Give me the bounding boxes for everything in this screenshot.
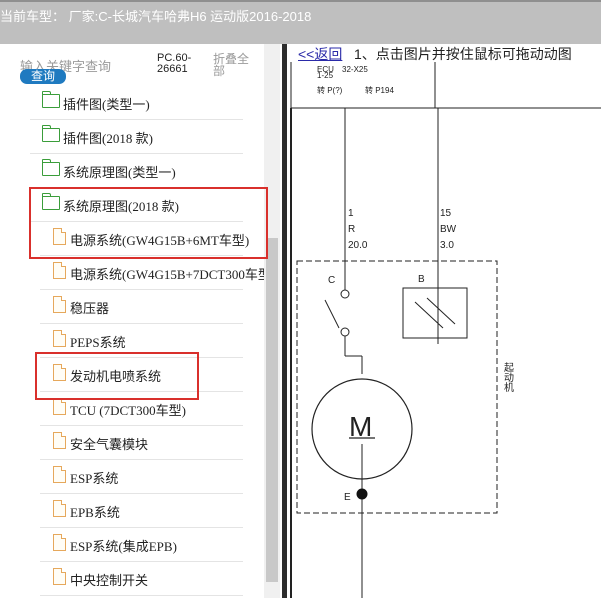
- tree-item-label: 系统原理图(类型一): [63, 165, 176, 180]
- diagram-panel: ECU 32-X25 1-25 转 P(?) 转 P194 1 R 20.0 1…: [287, 44, 601, 598]
- document-icon: [53, 466, 66, 483]
- document-icon: [53, 432, 66, 449]
- tree-item-label: EPB系统: [70, 505, 120, 520]
- right-wire-size: 3.0: [440, 240, 454, 251]
- folder-icon: [41, 159, 60, 176]
- rotate-label-left: 转 P(?): [317, 85, 343, 95]
- tree-item-label: 中央控制开关: [70, 573, 149, 588]
- wiring-diagram[interactable]: ECU 32-X25 1-25 转 P(?) 转 P194 1 R 20.0 1…: [287, 44, 601, 598]
- folder-icon: [41, 125, 60, 142]
- tree-item[interactable]: 电源系统(GW4G15B+7DCT300车型): [40, 256, 275, 290]
- component-label: 起动机: [502, 362, 514, 393]
- document-icon: [53, 398, 66, 415]
- tree-item-label: PEPS系统: [70, 335, 126, 350]
- terminal-e-label: E: [344, 492, 351, 503]
- document-icon: [53, 296, 66, 313]
- tree-item-label: 安全气囊模块: [70, 437, 149, 452]
- tree-item-label: ESP系统: [70, 471, 119, 486]
- search-button[interactable]: 查询: [20, 69, 66, 84]
- tree-item[interactable]: ESP系统(集成EPB): [40, 528, 243, 562]
- title-bar: 当前车型： 厂家:C-长城汽车哈弗H6 运动版2016-2018: [0, 0, 601, 46]
- left-wire-size: 20.0: [348, 240, 368, 251]
- right-wire-color: BW: [440, 224, 457, 235]
- left-wire-pin: 1: [348, 208, 354, 219]
- back-link[interactable]: <<返回: [298, 44, 342, 64]
- document-icon: [53, 500, 66, 517]
- tree-item-label: 插件图(2018 款): [63, 131, 153, 146]
- left-wire-color: R: [348, 224, 355, 235]
- highlight-box-schematic-2018: [29, 187, 268, 259]
- document-icon: [53, 534, 66, 551]
- collapse-all-button[interactable]: 折叠全部: [213, 53, 257, 77]
- document-icon: [53, 262, 66, 279]
- tree-item[interactable]: 插件图(2018 款): [30, 120, 243, 154]
- pin-range-label: 1-25: [317, 71, 334, 80]
- tree-item-label: 稳压器: [70, 301, 110, 316]
- document-icon: [53, 568, 66, 585]
- highlight-box-engine-efi: [35, 352, 199, 400]
- pc-code-label: PC.60-26661: [157, 52, 192, 75]
- tree-item-label: ESP系统(集成EPB): [70, 539, 177, 554]
- terminal-b-label: B: [418, 274, 425, 285]
- motor-label: M: [349, 411, 372, 442]
- tree-item[interactable]: 稳压器: [40, 290, 243, 324]
- connector-label: 32-X25: [342, 65, 368, 74]
- tree-item[interactable]: 中央控制开关: [40, 562, 243, 596]
- tree-item-label: 插件图(类型一): [63, 97, 150, 112]
- tree-item-label: 电源系统(GW4G15B+7DCT300车型): [70, 267, 276, 282]
- drag-hint: 1、点击图片并按住鼠标可拖动动图: [354, 46, 572, 62]
- tree-item[interactable]: EPB系统: [40, 494, 243, 528]
- tree-item[interactable]: ESP系统: [40, 460, 243, 494]
- sidebar: 输入关键字查询 查询 PC.60-26661 折叠全部 插件图(类型一) 插件图(…: [0, 44, 282, 598]
- tree-item-label: TCU (7DCT300车型): [70, 403, 186, 418]
- tree-item[interactable]: 安全气囊模块: [40, 426, 243, 460]
- current-model-text: 当前车型： 厂家:C-长城汽车哈弗H6 运动版2016-2018: [0, 9, 312, 24]
- folder-icon: [41, 91, 60, 108]
- tree-item[interactable]: 插件图(类型一): [30, 86, 243, 120]
- document-icon: [53, 330, 66, 347]
- rotate-label-right: 转 P194: [365, 85, 394, 95]
- right-wire-pin: 15: [440, 208, 452, 219]
- tree-item[interactable]: 系统原理图(类型一): [30, 154, 243, 188]
- terminal-c-label: C: [328, 275, 335, 286]
- scrollbar-thumb[interactable]: [266, 238, 278, 582]
